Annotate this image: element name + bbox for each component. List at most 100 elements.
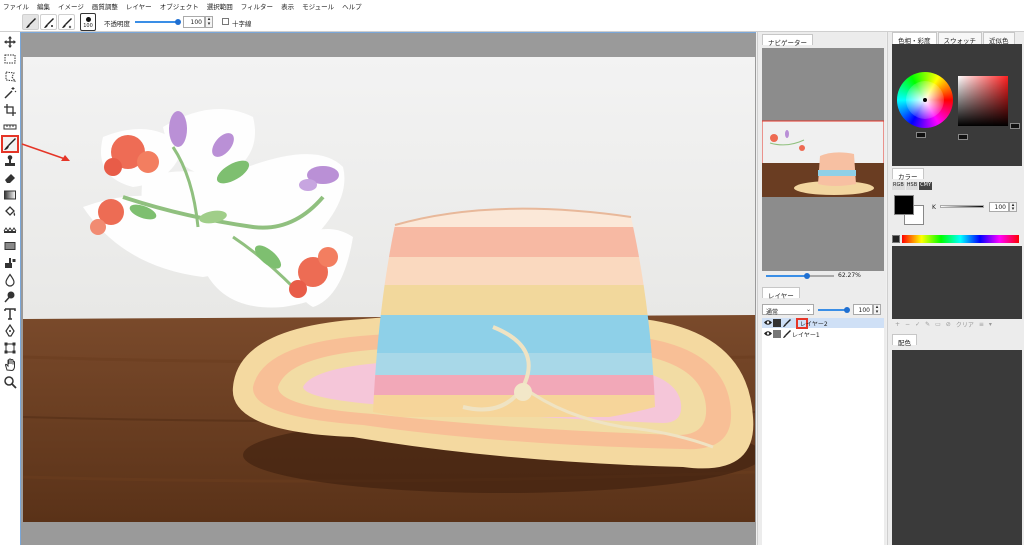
brush-tip-icon	[86, 17, 91, 22]
smudge-tool[interactable]	[3, 256, 17, 270]
navigator-tab[interactable]: ナビゲーター	[762, 34, 813, 47]
remove-swatch-button[interactable]: −	[905, 321, 910, 328]
brush-mode-normal-button[interactable]	[22, 14, 39, 30]
pattern-tool[interactable]	[3, 222, 17, 236]
color-mode-toggle: RGB HSB CMY	[892, 182, 933, 190]
color-scheme-panel	[892, 350, 1022, 545]
lasso-tool[interactable]	[3, 69, 17, 83]
navigator-preview[interactable]	[761, 48, 885, 271]
menu-image[interactable]: イメージ	[58, 1, 84, 11]
eraser-icon	[5, 174, 15, 183]
layer-opacity-slider[interactable]	[818, 307, 850, 313]
edit-swatch-button[interactable]: ✎	[925, 321, 930, 328]
layer-opacity-input[interactable]: 100	[853, 304, 873, 315]
transform-icon	[4, 342, 16, 354]
swatch-frame-button[interactable]: ▭	[935, 321, 941, 328]
hue-wheel[interactable]	[897, 72, 953, 128]
drop-tool[interactable]	[3, 273, 17, 287]
menu-view[interactable]: 表示	[281, 1, 294, 11]
eye-icon[interactable]	[764, 319, 772, 326]
k-channel-label: K	[932, 204, 936, 211]
hue-marker[interactable]	[923, 98, 927, 102]
color-tab[interactable]: カラー	[892, 168, 924, 181]
brush-mode-scatter-button[interactable]	[40, 14, 57, 30]
menu-select[interactable]: 選択範囲	[207, 1, 233, 11]
layers-tab[interactable]: レイヤー	[762, 287, 800, 300]
mode-cmy[interactable]: CMY	[919, 182, 933, 190]
swatch-none-button[interactable]: ⊘	[946, 321, 951, 328]
move-tool[interactable]	[3, 35, 17, 49]
brush-size-preview[interactable]: 100	[80, 13, 96, 31]
brush-icon	[4, 138, 16, 150]
layer-name[interactable]: レイヤー2	[800, 319, 828, 328]
layers-list: レイヤー2 レイヤー1	[762, 318, 884, 545]
transform-tool[interactable]	[3, 341, 17, 355]
brush-tool[interactable]	[1, 135, 19, 153]
menu-edit[interactable]: 編集	[37, 1, 50, 11]
layer-opacity-spinner[interactable]: ▴ ▾	[873, 304, 881, 315]
color-scheme-tab[interactable]: 配色	[892, 334, 917, 347]
menu-filter[interactable]: フィルター	[241, 1, 273, 11]
menu-adjust[interactable]: 画質調整	[92, 1, 118, 11]
crosshair-checkbox[interactable]	[222, 18, 229, 25]
menu-object[interactable]: オブジェクト	[160, 1, 199, 11]
clear-swatches-button[interactable]: クリア	[956, 320, 974, 329]
stamp-tool[interactable]	[3, 154, 17, 168]
gradient-tool[interactable]	[3, 188, 17, 202]
brush-mode-blur-button[interactable]	[58, 14, 75, 30]
navigator-zoom-knob[interactable]	[804, 273, 810, 279]
foreground-color-swatch[interactable]	[894, 195, 914, 215]
text-tool[interactable]	[3, 307, 17, 321]
k-channel-input[interactable]: 100	[989, 202, 1009, 212]
add-swatch-button[interactable]: +	[895, 321, 900, 328]
opacity-spinner[interactable]: ▴ ▾	[205, 16, 213, 28]
dodge-tool[interactable]	[3, 290, 17, 304]
layer-name[interactable]: レイヤー1	[792, 330, 820, 339]
menu-help[interactable]: ヘルプ	[342, 1, 362, 11]
k-channel-slider[interactable]	[940, 205, 984, 208]
tab-similar-colors[interactable]: 近似色	[983, 32, 1015, 45]
eraser-tool[interactable]	[3, 171, 17, 185]
swatch-grid[interactable]	[892, 246, 1022, 319]
menu-file[interactable]: ファイル	[3, 1, 29, 11]
k-channel-spinner[interactable]: ▴ ▾	[1009, 202, 1017, 212]
document-canvas[interactable]	[23, 57, 755, 522]
hand-tool[interactable]	[3, 358, 17, 372]
saturation-value-box[interactable]	[958, 76, 1008, 126]
layer-row[interactable]: レイヤー2	[762, 318, 884, 329]
menu-module[interactable]: モジュール	[302, 1, 334, 11]
mode-rgb[interactable]: RGB	[892, 182, 905, 190]
color-spectrum-bar[interactable]	[902, 235, 1019, 243]
pen-tool[interactable]	[3, 323, 17, 338]
options-bar: 100 不透明度 100 ▴ ▾ 十字線	[0, 12, 1024, 32]
tab-hue-saturation[interactable]: 色相・彩度	[892, 32, 937, 45]
spectrum-current-swatch[interactable]	[892, 235, 900, 243]
marquee-tool[interactable]	[3, 52, 17, 66]
gradient-icon	[4, 190, 16, 200]
rectangle-tool[interactable]	[3, 239, 17, 253]
eye-icon[interactable]	[764, 330, 772, 337]
swatch-dropdown-button[interactable]: ▾	[989, 321, 992, 328]
fill-tool[interactable]	[3, 205, 17, 219]
blend-mode-select[interactable]: 通常 ⌄	[762, 304, 814, 316]
crop-tool[interactable]	[3, 103, 17, 117]
smudge-icon	[5, 258, 16, 268]
layer-opacity-knob[interactable]	[844, 307, 850, 313]
navigator-zoom-slider[interactable]	[766, 273, 834, 279]
swatch-menu-button[interactable]: ≡	[979, 321, 984, 328]
zoom-icon	[4, 376, 17, 389]
menu-layer[interactable]: レイヤー	[126, 1, 152, 11]
opacity-slider-knob[interactable]	[175, 19, 181, 25]
zoom-tool[interactable]	[3, 375, 17, 389]
hue-value-badge	[916, 132, 926, 138]
ruler-tool[interactable]	[3, 120, 17, 134]
layer-row[interactable]: レイヤー1	[762, 329, 884, 339]
tab-swatches[interactable]: スウォッチ	[937, 32, 982, 45]
magic-wand-tool[interactable]	[3, 86, 17, 100]
apply-swatch-button[interactable]: ✓	[915, 321, 920, 328]
mode-hsb[interactable]: HSB	[905, 182, 919, 190]
opacity-slider[interactable]	[135, 19, 181, 25]
canvas-area[interactable]	[20, 32, 756, 545]
opacity-input[interactable]: 100	[183, 16, 205, 28]
sv-value-badge-right	[1010, 123, 1020, 129]
